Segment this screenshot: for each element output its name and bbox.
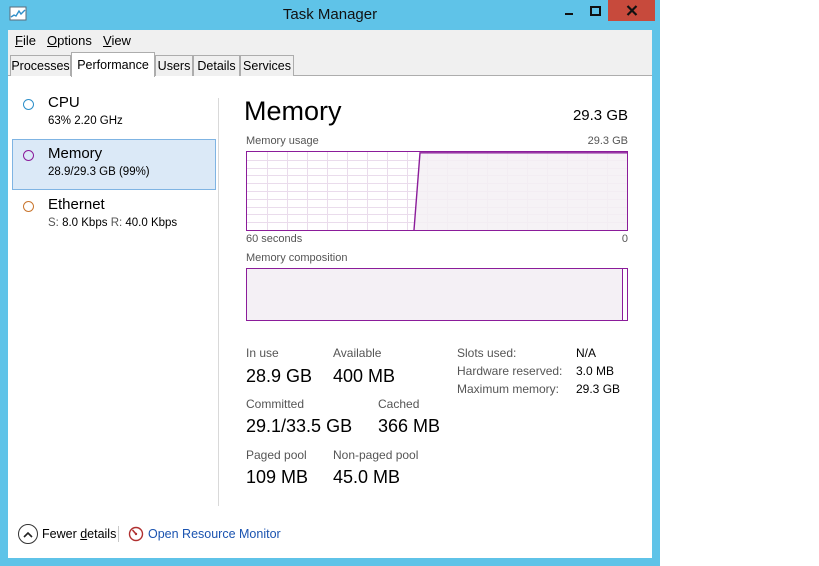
footer-separator [118,526,119,542]
task-manager-window: Task Manager File Options View Processes… [0,0,660,566]
menu-view[interactable]: View [103,33,131,48]
graph-time-right: 0 [621,233,628,245]
in-use-label: In use [246,346,279,360]
hardware-reserved-value: 3.0 MB [576,364,615,378]
fewer-details-text-a: Fewer [42,527,81,541]
receive-rate: 40.0 Kbps [125,217,178,229]
maximum-memory-label: Maximum memory: [457,382,560,396]
paged-pool-value: 109 MB [246,467,309,487]
memory-usage-graph [246,151,628,231]
receive-label: R: [110,217,123,229]
menu-file[interactable]: File [15,33,36,48]
sidebar-item-title: CPU [48,94,80,111]
cached-value: 366 MB [378,416,441,436]
paged-pool-label: Paged pool [246,448,307,462]
tab-details[interactable]: Details [193,55,240,76]
page-title: Memory [244,96,342,126]
title-bar[interactable]: Task Manager [0,0,660,30]
fewer-details-text-b: etails [87,527,117,541]
sidebar-item-ethernet[interactable]: Ethernet S: 8.0 Kbps R: 40.0 Kbps [12,190,216,241]
send-label: S: [48,217,59,229]
sidebar-item-title: Memory [48,145,103,162]
committed-label: Committed [246,397,305,411]
maximize-button[interactable] [582,0,608,21]
menu-bar: File Options View [8,30,652,52]
composition-available-segment [622,269,627,320]
resource-monitor-icon[interactable] [128,526,144,542]
menu-view-label: iew [111,33,131,48]
minimize-icon [564,12,573,15]
maximum-memory-value: 29.3 GB [576,382,621,396]
send-rate: 8.0 Kbps [62,217,108,229]
panel-divider [218,98,219,506]
tab-users[interactable]: Users [155,55,193,76]
slots-used-value: N/A [576,346,597,360]
sidebar-item-subtitle: S: 8.0 Kbps R: 40.0 Kbps [48,217,177,229]
sidebar-item-subtitle: 63% 2.20 GHz [48,115,123,127]
close-icon [626,5,637,16]
in-use-value: 28.9 GB [246,366,313,386]
memory-composition-bar [246,268,628,321]
sidebar-item-subtitle: 28.9/29.3 GB (99%) [48,166,150,178]
non-paged-pool-value: 45.0 MB [333,467,401,487]
hardware-reserved-label: Hardware reserved: [457,364,563,378]
memory-indicator-icon [23,150,34,161]
memory-usage-max: 29.3 GB [587,135,628,147]
fewer-details-link[interactable]: Fewer details [42,527,116,541]
memory-usage-chart [247,152,627,230]
chevron-up-icon [23,531,33,538]
menu-options-accesskey: O [47,33,58,48]
tab-strip: Processes Performance Users Details Serv… [8,52,652,77]
memory-usage-area [414,152,627,230]
sidebar-item-title: Ethernet [48,196,105,213]
memory-usage-label: Memory usage [246,135,319,147]
menu-file-label: ile [22,33,36,48]
cached-label: Cached [378,397,420,411]
tab-processes[interactable]: Processes [10,55,71,76]
non-paged-pool-label: Non-paged pool [333,448,419,462]
menu-options[interactable]: Options [47,33,92,48]
memory-total: 29.3 GB [572,107,628,124]
client-area: File Options View Processes Performance … [8,30,652,558]
menu-file-accesskey: F [15,33,23,48]
available-value: 400 MB [333,366,396,386]
tab-performance[interactable]: Performance [71,52,155,77]
sidebar-item-cpu[interactable]: CPU 63% 2.20 GHz [12,88,216,139]
committed-value: 29.1/33.5 GB [246,416,353,436]
minimize-button[interactable] [555,0,582,21]
sidebar-item-memory[interactable]: Memory 28.9/29.3 GB (99%) [12,139,216,190]
cpu-indicator-icon [23,99,34,110]
menu-options-label: ptions [57,33,92,48]
ethernet-indicator-icon [23,201,34,212]
memory-composition-label: Memory composition [246,252,348,264]
slots-used-label: Slots used: [457,346,517,360]
open-resource-monitor-link[interactable]: Open Resource Monitor [148,527,281,541]
graph-time-left: 60 seconds [246,233,303,245]
maximize-icon [589,5,601,16]
tab-services[interactable]: Services [240,55,294,76]
available-label: Available [333,346,382,360]
fewer-details-button[interactable] [18,524,38,544]
close-button[interactable] [608,0,655,21]
